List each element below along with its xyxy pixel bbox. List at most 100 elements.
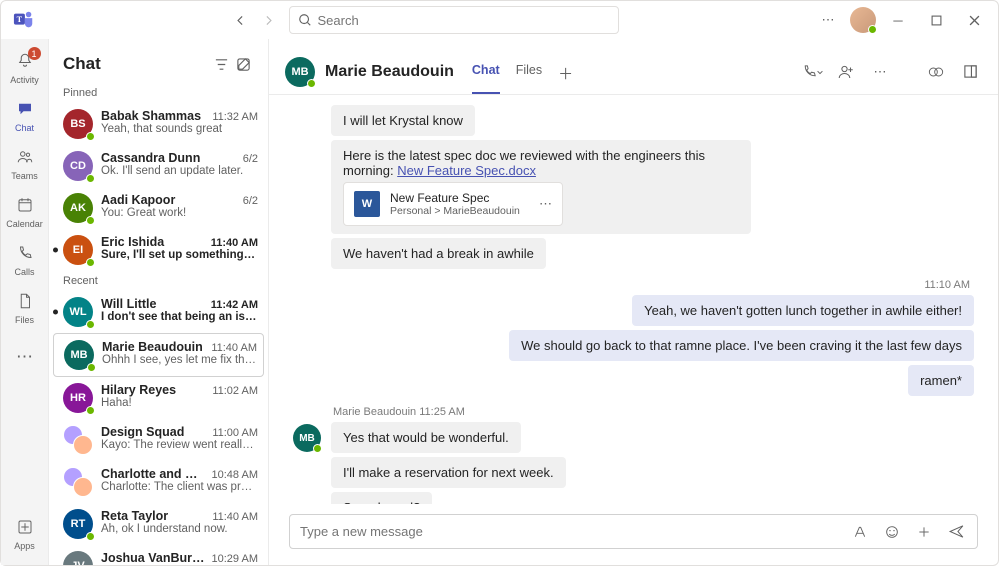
file-more-button[interactable]: ⋯	[539, 196, 552, 212]
message-bubble: ramen*	[908, 365, 974, 396]
rail-label: Files	[15, 315, 34, 325]
chat-item-name: Cassandra Dunn	[101, 151, 237, 165]
word-file-icon: W	[354, 191, 380, 217]
send-button[interactable]	[945, 523, 967, 540]
window-minimize[interactable]: ─	[882, 7, 914, 33]
message-composer[interactable]	[289, 514, 978, 549]
window-close[interactable]	[958, 7, 990, 33]
emoji-button[interactable]	[881, 524, 903, 540]
chat-item-time: 11:40 AM	[211, 342, 257, 354]
teams-icon	[16, 148, 34, 169]
search-input[interactable]	[318, 13, 610, 28]
chat-item-preview: Sure, I'll set up something for next wee…	[101, 249, 258, 261]
file-attachment-card[interactable]: W New Feature Spec Personal > MarieBeaud…	[343, 182, 563, 226]
file-link[interactable]: New Feature Spec.docx	[397, 163, 536, 178]
rail-teams[interactable]: Teams	[1, 141, 49, 187]
rail-label: Calls	[14, 267, 34, 277]
chat-item-preview: Kayo: The review went really well! Can't…	[101, 439, 258, 451]
conversation-avatar: MB	[285, 57, 315, 87]
rail-label: Teams	[11, 171, 38, 181]
chat-item-preview: I don't see that being an issue. Can you…	[101, 311, 258, 323]
message-bubble: Sound good?	[331, 492, 432, 504]
nav-back-button[interactable]	[229, 8, 253, 32]
chat-item-time: 11:40 AM	[211, 237, 258, 249]
chat-item-preview: Ah, ok I understand now.	[101, 523, 258, 535]
chat-item-name: Design Squad	[101, 425, 206, 439]
rail-calls[interactable]: Calls	[1, 237, 49, 283]
call-button[interactable]	[800, 60, 824, 84]
message-bubble: I will let Krystal know	[331, 105, 475, 136]
more-icon: ⋯	[16, 348, 33, 365]
chat-item-time: 11:02 AM	[212, 385, 258, 397]
chat-list-item[interactable]: MB Marie Beaudouin 11:40 AM Ohhh I see, …	[53, 333, 264, 377]
chat-item-name: Charlotte and Babak	[101, 467, 206, 481]
chat-list-item[interactable]: CD Cassandra Dunn 6/2 Ok. I'll send an u…	[49, 145, 268, 187]
nav-forward-button[interactable]	[257, 8, 281, 32]
chat-list-item[interactable]: HR Hilary Reyes 11:02 AM Haha!	[49, 377, 268, 419]
rail-calendar[interactable]: Calendar	[1, 189, 49, 235]
rail-label: Apps	[14, 541, 35, 551]
chat-list-item[interactable]: Design Squad 11:00 AM Kayo: The review w…	[49, 419, 268, 461]
popout-button[interactable]	[958, 60, 982, 84]
rail-apps[interactable]: Apps	[1, 511, 49, 557]
format-button[interactable]	[849, 524, 871, 540]
rail-label: Activity	[10, 75, 39, 85]
tab-chat[interactable]: Chat	[472, 63, 500, 94]
files-icon	[16, 292, 34, 313]
message-sender-avatar: MB	[293, 424, 321, 452]
chat-list-item[interactable]: RT Reta Taylor 11:40 AM Ah, ok I underst…	[49, 503, 268, 545]
filter-button[interactable]	[210, 53, 232, 75]
tab-add-button[interactable]: ＋	[558, 63, 573, 94]
chat-list-item[interactable]: EI Eric Ishida 11:40 AM Sure, I'll set u…	[49, 229, 268, 271]
teams-logo: T	[13, 9, 35, 31]
chat-item-avatar: EI	[63, 235, 93, 265]
message-bubble: We haven't had a break in awhile	[331, 238, 546, 269]
group-avatar	[63, 467, 93, 497]
tab-files[interactable]: Files	[516, 63, 542, 94]
window-maximize[interactable]	[920, 7, 952, 33]
chat-item-avatar: HR	[63, 383, 93, 413]
recent-section-label: Recent	[49, 271, 268, 291]
chat-item-avatar: BS	[63, 109, 93, 139]
phone-icon	[16, 244, 34, 265]
chat-list-item[interactable]: BS Babak Shammas 11:32 AM Yeah, that sou…	[49, 103, 268, 145]
chat-item-preview: Yeah, that sounds great	[101, 123, 258, 135]
message-input[interactable]	[300, 524, 839, 539]
add-people-button[interactable]	[834, 60, 858, 84]
rail-more[interactable]: ⋯	[1, 333, 49, 379]
new-chat-button[interactable]	[232, 53, 254, 75]
chat-item-preview: You: Great work!	[101, 207, 258, 219]
message-bubble: Yes that would be wonderful.	[331, 422, 521, 453]
attach-button[interactable]	[913, 524, 935, 540]
message-bubble: We should go back to that ramne place. I…	[509, 330, 974, 361]
chat-item-time: 10:29 AM	[212, 553, 258, 565]
chat-item-name: Babak Shammas	[101, 109, 206, 123]
chat-item-time: 10:48 AM	[212, 469, 258, 481]
message-timestamp: 11:10 AM	[922, 279, 974, 291]
message-bubble: I'll make a reservation for next week.	[331, 457, 566, 488]
chat-list-item[interactable]: AK Aadi Kapoor 6/2 You: Great work!	[49, 187, 268, 229]
current-user-avatar[interactable]	[850, 7, 876, 33]
message-bubble: Here is the latest spec doc we reviewed …	[331, 140, 751, 234]
pinned-section-label: Pinned	[49, 83, 268, 103]
chat-list-item[interactable]: WL Will Little 11:42 AM I don't see that…	[49, 291, 268, 333]
chat-item-avatar: AK	[63, 193, 93, 223]
chat-item-name: Reta Taylor	[101, 509, 206, 523]
chat-list-item[interactable]: JV Joshua VanBuren 10:29 AM Thanks for r…	[49, 545, 268, 565]
rail-files[interactable]: Files	[1, 285, 49, 331]
open-pane-button[interactable]	[924, 60, 948, 84]
conversation-more-button[interactable]: ⋯	[868, 60, 892, 84]
chat-item-time: 11:40 AM	[212, 511, 258, 523]
unread-indicator	[53, 310, 58, 315]
message-meta: Marie Beaudouin 11:25 AM	[331, 406, 566, 418]
more-button[interactable]: ⋯	[812, 7, 844, 33]
rail-chat[interactable]: Chat	[1, 93, 49, 139]
search-box[interactable]	[289, 6, 619, 34]
rail-activity[interactable]: Activity 1	[1, 45, 49, 91]
chat-item-name: Will Little	[101, 297, 205, 311]
rail-label: Chat	[15, 123, 34, 133]
chat-icon	[16, 100, 34, 121]
chat-list-item[interactable]: Charlotte and Babak 10:48 AM Charlotte: …	[49, 461, 268, 503]
activity-badge: 1	[28, 47, 41, 60]
chat-item-avatar: RT	[63, 509, 93, 539]
